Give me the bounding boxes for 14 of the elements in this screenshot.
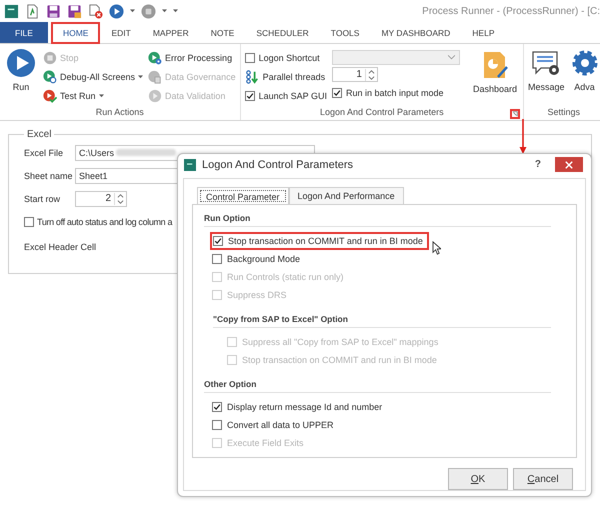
group-title: Excel [26, 129, 52, 140]
field-label: Sheet name [24, 170, 74, 180]
field-label: Excel File [24, 148, 64, 158]
field-label: Start row [24, 194, 62, 204]
parallel-threads-label: Parallel threads [262, 72, 326, 82]
dialog-title: Logon And Control Parameters [202, 158, 354, 170]
group-label: Settings [548, 106, 580, 116]
window-title: Process Runner - (ProcessRunner) - [C: [422, 6, 600, 16]
section-title: Run Option [204, 213, 551, 227]
group-label: Logon And Control Parameters [320, 107, 444, 117]
field-label: Excel Header Cell [24, 242, 96, 252]
section-title: Other Option [204, 379, 551, 393]
section-title: "Copy from SAP to Excel" Option [213, 314, 551, 328]
group-label: Run Actions [96, 107, 144, 117]
